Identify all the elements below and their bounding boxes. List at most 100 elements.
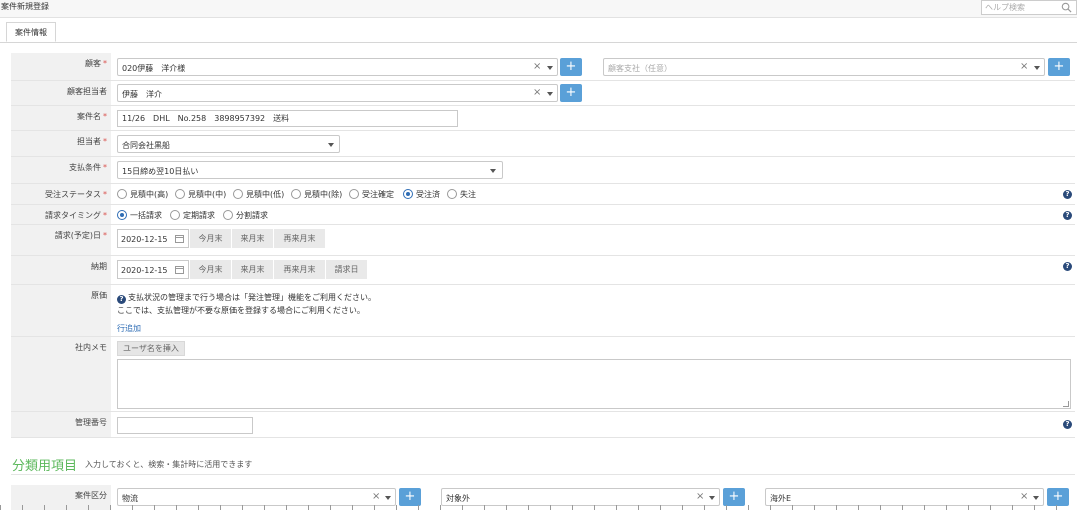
- radio-billing-lump[interactable]: 一括請求: [117, 209, 162, 221]
- clear-icon[interactable]: ×: [1020, 61, 1028, 72]
- row-billing-timing: 請求タイミング * 一括請求 定期請求 分割請求 ?: [11, 205, 1075, 225]
- delivery-end-of-next-month-button[interactable]: 来月末: [231, 260, 273, 279]
- order-status-label: 受注ステータス *: [11, 184, 111, 204]
- help-icon[interactable]: ?: [1063, 262, 1072, 271]
- clear-icon[interactable]: ×: [533, 87, 541, 98]
- case-name-label: 案件名 *: [11, 106, 111, 130]
- insert-user-name-button[interactable]: ユーザ名を挿入: [117, 341, 185, 356]
- case-name-input[interactable]: [117, 110, 458, 127]
- add-row-link[interactable]: 行追加: [117, 323, 141, 334]
- customer-select[interactable]: 020伊藤 洋介様 ×: [117, 58, 558, 76]
- delivery-end-of-month-after-next-button[interactable]: 再来月末: [273, 260, 325, 279]
- chevron-down-icon[interactable]: [547, 66, 553, 70]
- chevron-down-icon[interactable]: [1034, 66, 1040, 70]
- required-mark: *: [103, 231, 107, 240]
- help-icon[interactable]: ?: [1063, 420, 1072, 429]
- section-desc-classification: 入力しておくと、検索・集計時に活用できます: [85, 460, 253, 469]
- chevron-down-icon[interactable]: [1033, 496, 1039, 500]
- customer-contact-label: 顧客担当者: [11, 81, 111, 105]
- management-no-input[interactable]: [117, 417, 253, 434]
- add-category-3-button[interactable]: +: [1047, 488, 1069, 506]
- tab-divider: [0, 42, 1077, 43]
- row-case-name: 案件名 *: [11, 106, 1075, 131]
- required-mark: *: [103, 163, 107, 172]
- delivery-date-input[interactable]: 2020-12-15: [117, 260, 189, 279]
- case-category-select-1[interactable]: 物流 ×: [117, 488, 396, 506]
- radio-status-low[interactable]: 見積中(低): [233, 188, 284, 200]
- row-cost: 原価 ? 支払状況の管理まで行う場合は「発注管理」機能をご利用ください。 ここでは…: [11, 285, 1075, 337]
- billing-date-input[interactable]: 2020-12-15: [117, 229, 189, 248]
- clear-icon[interactable]: ×: [1020, 491, 1028, 502]
- clear-icon[interactable]: ×: [696, 491, 704, 502]
- radio-status-lost[interactable]: 失注: [447, 188, 476, 200]
- bottom-ruler: [0, 505, 1077, 510]
- radio-billing-periodic[interactable]: 定期請求: [170, 209, 215, 221]
- delivery-end-of-month-button[interactable]: 今月末: [189, 260, 231, 279]
- tab-case-info[interactable]: 案件情報: [6, 22, 56, 42]
- add-contact-button[interactable]: +: [560, 84, 582, 102]
- management-no-label: 管理番号: [11, 412, 111, 437]
- help-icon: ?: [117, 295, 126, 304]
- clear-icon[interactable]: ×: [372, 491, 380, 502]
- payment-terms-select[interactable]: 15日締め翌10日払い: [117, 161, 503, 179]
- billing-date-label: 請求(予定)日 *: [11, 225, 111, 255]
- cost-note-1: ? 支払状況の管理まで行う場合は「発注管理」機能をご利用ください。: [117, 292, 376, 304]
- radio-status-confirmed[interactable]: 受注確定: [349, 188, 394, 200]
- calendar-icon[interactable]: [175, 266, 184, 274]
- add-category-2-button[interactable]: +: [723, 488, 745, 506]
- add-branch-button[interactable]: +: [1048, 58, 1070, 76]
- billing-end-of-month-after-next-button[interactable]: 再来月末: [273, 229, 325, 248]
- top-bar: 案件新規登録: [0, 0, 1077, 18]
- radio-status-mid[interactable]: 見積中(中): [175, 188, 226, 200]
- case-category-select-2[interactable]: 対象外 ×: [441, 488, 720, 506]
- cost-note-2: ここでは、支払管理が不要な原価を登録する場合にご利用ください。: [117, 306, 365, 315]
- assignee-label: 担当者 *: [11, 131, 111, 156]
- section-divider: [11, 474, 1075, 475]
- chevron-down-icon[interactable]: [709, 496, 715, 500]
- row-assignee: 担当者 * 合同会社黒船: [11, 131, 1075, 157]
- row-billing-date: 請求(予定)日 * 2020-12-15 今月末 来月末 再来月末: [11, 225, 1075, 256]
- customer-contact-select[interactable]: 伊藤 洋介 ×: [117, 84, 558, 102]
- memo-label: 社内メモ: [11, 337, 111, 411]
- help-search-input[interactable]: [982, 1, 1060, 14]
- assignee-select[interactable]: 合同会社黒船: [117, 135, 340, 153]
- billing-timing-label: 請求タイミング *: [11, 205, 111, 224]
- row-order-status: 受注ステータス * 見積中(高) 見積中(中) 見積中(低) 見積中(除) 受注確…: [11, 184, 1075, 205]
- billing-end-of-month-button[interactable]: 今月末: [189, 229, 231, 248]
- billing-end-of-next-month-button[interactable]: 来月末: [231, 229, 273, 248]
- help-icon[interactable]: ?: [1063, 211, 1072, 220]
- row-customer-contact: 顧客担当者 伊藤 洋介 × +: [11, 81, 1075, 106]
- add-customer-button[interactable]: +: [560, 58, 582, 76]
- payment-terms-label: 支払条件 *: [11, 157, 111, 183]
- row-management-no: 管理番号 ?: [11, 412, 1075, 438]
- row-customer: 顧客 * 020伊藤 洋介様 × + 顧客支社（任意） × +: [11, 53, 1075, 81]
- chevron-down-icon[interactable]: [328, 143, 334, 147]
- help-icon[interactable]: ?: [1063, 190, 1072, 199]
- row-payment-terms: 支払条件 * 15日締め翌10日払い: [11, 157, 1075, 184]
- row-delivery: 納期 2020-12-15 今月末 来月末 再来月末 請求日 ?: [11, 256, 1075, 285]
- chevron-down-icon[interactable]: [385, 496, 391, 500]
- section-title-classification: 分類用項目: [12, 459, 78, 474]
- radio-status-high[interactable]: 見積中(高): [117, 188, 168, 200]
- add-category-1-button[interactable]: +: [399, 488, 421, 506]
- page-title: 案件新規登録: [1, 2, 49, 11]
- radio-status-ordered[interactable]: 受注済: [403, 188, 440, 200]
- clear-icon[interactable]: ×: [533, 61, 541, 72]
- help-search[interactable]: [981, 0, 1077, 15]
- required-mark: *: [103, 190, 107, 199]
- cost-label: 原価: [11, 285, 111, 336]
- chevron-down-icon[interactable]: [547, 92, 553, 96]
- search-icon[interactable]: [1061, 2, 1072, 13]
- delivery-label: 納期: [11, 256, 111, 284]
- radio-status-excluded[interactable]: 見積中(除): [291, 188, 342, 200]
- case-category-select-3[interactable]: 海外E ×: [765, 488, 1044, 506]
- resize-handle[interactable]: [1063, 401, 1069, 407]
- required-mark: *: [103, 59, 107, 68]
- delivery-billing-date-button[interactable]: 請求日: [325, 260, 367, 279]
- radio-billing-split[interactable]: 分割請求: [223, 209, 268, 221]
- calendar-icon[interactable]: [175, 235, 184, 243]
- customer-branch-select[interactable]: 顧客支社（任意） ×: [603, 58, 1045, 76]
- memo-textarea[interactable]: [117, 359, 1071, 409]
- chevron-down-icon[interactable]: [490, 169, 496, 173]
- row-memo: 社内メモ ユーザ名を挿入: [11, 337, 1075, 412]
